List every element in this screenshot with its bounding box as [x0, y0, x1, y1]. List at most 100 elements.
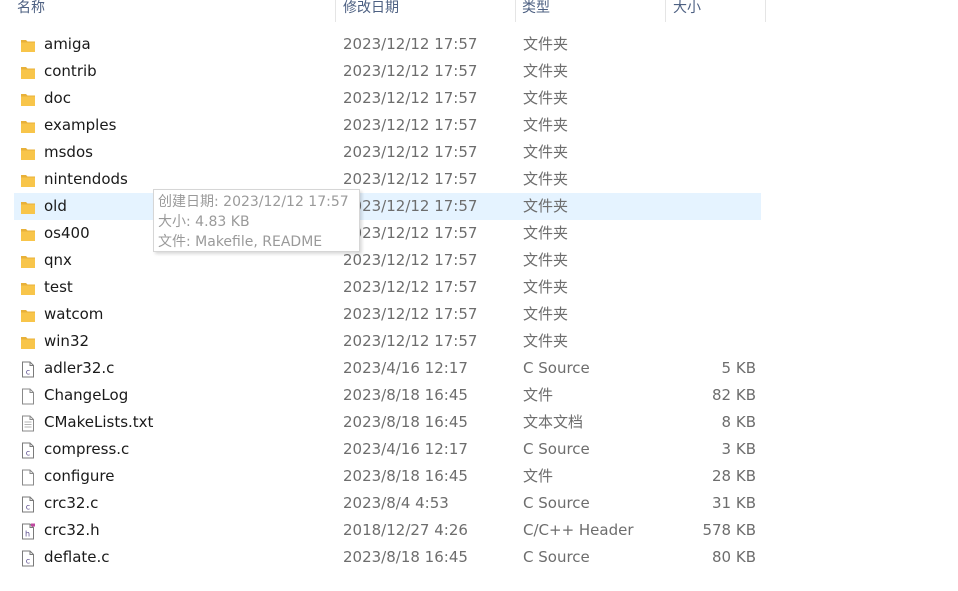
- file-type: 文件夹: [523, 62, 569, 80]
- file-type: 文件: [523, 467, 554, 485]
- file-row[interactable]: ChangeLog 2023/8/18 16:45 文件 82 KB: [14, 382, 761, 409]
- column-divider[interactable]: [765, 0, 766, 22]
- c-source-file-icon: c: [20, 441, 36, 459]
- column-header-modified[interactable]: 修改日期: [343, 0, 399, 22]
- file-type: C Source: [523, 440, 590, 458]
- svg-text:c: c: [26, 557, 30, 566]
- file-size: 3 KB: [721, 440, 756, 458]
- column-header-size[interactable]: 大小: [673, 0, 701, 22]
- file-modified: 2023/12/12 17:57: [343, 278, 478, 296]
- svg-text:c: c: [26, 449, 30, 458]
- file-name: adler32.c: [44, 359, 115, 377]
- file-row[interactable]: win32 2023/12/12 17:57 文件夹: [14, 328, 761, 355]
- file-name: qnx: [44, 251, 72, 269]
- file-modified: 2023/12/12 17:57: [343, 305, 478, 323]
- folder-icon: [20, 279, 36, 296]
- file-size: 80 KB: [712, 548, 756, 566]
- file-name: os400: [44, 224, 90, 242]
- file-row[interactable]: h crc32.h 2018/12/27 4:26 C/C++ Header 578 K…: [14, 517, 761, 544]
- file-modified: 2023/12/12 17:57: [343, 224, 478, 242]
- file-type: 文件: [523, 386, 554, 404]
- file-type: 文件夹: [523, 251, 569, 269]
- file-modified: 2023/12/12 17:57: [343, 62, 478, 80]
- column-header-name[interactable]: 名称: [17, 0, 45, 22]
- file-modified: 2023/12/12 17:57: [343, 116, 478, 134]
- file-modified: 2023/12/12 17:57: [343, 251, 478, 269]
- svg-text:c: c: [26, 503, 30, 512]
- file-name: watcom: [44, 305, 104, 323]
- file-type: 文件夹: [523, 89, 569, 107]
- file-row[interactable]: examples 2023/12/12 17:57 文件夹: [14, 112, 761, 139]
- file-row[interactable]: doc 2023/12/12 17:57 文件夹: [14, 85, 761, 112]
- c-source-file-icon: c: [20, 360, 36, 378]
- tooltip-files: 文件: Makefile, README: [158, 234, 323, 250]
- file-row[interactable]: nintendods 2023/12/12 17:57 文件夹: [14, 166, 761, 193]
- file-name: contrib: [44, 62, 97, 80]
- column-divider[interactable]: [515, 0, 516, 22]
- folder-icon: [20, 333, 36, 350]
- c-source-file-icon: c: [20, 495, 36, 513]
- file-name: crc32.c: [44, 494, 99, 512]
- file-name: doc: [44, 89, 71, 107]
- file-row[interactable]: os400 2023/12/12 17:57 文件夹: [14, 220, 761, 247]
- file-modified: 2023/8/18 16:45: [343, 467, 468, 485]
- file-row[interactable]: configure 2023/8/18 16:45 文件 28 KB: [14, 463, 761, 490]
- folder-icon: [20, 90, 36, 107]
- file-row[interactable]: c deflate.c 2023/8/18 16:45 C Source 80 KB: [14, 544, 761, 571]
- svg-text:c: c: [26, 368, 30, 377]
- folder-icon: [20, 225, 36, 242]
- file-type: 文件夹: [523, 170, 569, 188]
- file-type: C Source: [523, 359, 590, 377]
- folder-icon: [20, 63, 36, 80]
- file-row[interactable]: amiga 2023/12/12 17:57 文件夹: [14, 31, 761, 58]
- tooltip-created: 创建日期: 2023/12/12 17:57: [158, 194, 349, 210]
- header-file-icon: h: [20, 522, 36, 540]
- file-row[interactable]: test 2023/12/12 17:57 文件夹: [14, 274, 761, 301]
- folder-icon: [20, 252, 36, 269]
- file-modified: 2023/4/16 12:17: [343, 359, 468, 377]
- file-size: 82 KB: [712, 386, 756, 404]
- file-size: 578 KB: [702, 521, 756, 539]
- folder-info-tooltip: 创建日期: 2023/12/12 17:57 大小: 4.83 KB 文件: M…: [153, 189, 360, 252]
- tooltip-size: 大小: 4.83 KB: [158, 214, 250, 230]
- column-header-type[interactable]: 类型: [522, 0, 550, 22]
- file-row[interactable]: c compress.c 2023/4/16 12:17 C Source 3 KB: [14, 436, 761, 463]
- file-modified: 2023/12/12 17:57: [343, 332, 478, 350]
- file-name: examples: [44, 116, 117, 134]
- file-row[interactable]: msdos 2023/12/12 17:57 文件夹: [14, 139, 761, 166]
- folder-icon: [20, 117, 36, 134]
- folder-icon: [20, 36, 36, 53]
- file-name: configure: [44, 467, 115, 485]
- file-name: deflate.c: [44, 548, 110, 566]
- file-type: C/C++ Header: [523, 521, 634, 539]
- file-size: 31 KB: [712, 494, 756, 512]
- blank-file-icon: [20, 468, 36, 486]
- file-size: 28 KB: [712, 467, 756, 485]
- file-size: 8 KB: [721, 413, 756, 431]
- file-size: 5 KB: [721, 359, 756, 377]
- file-modified: 2023/12/12 17:57: [343, 170, 478, 188]
- svg-text:h: h: [25, 530, 30, 539]
- file-row[interactable]: old 2023/12/12 17:57 文件夹: [14, 193, 761, 220]
- file-name: nintendods: [44, 170, 128, 188]
- file-type: 文件夹: [523, 143, 569, 161]
- file-modified: 2023/8/18 16:45: [343, 386, 468, 404]
- file-modified: 2023/12/12 17:57: [343, 143, 478, 161]
- column-divider[interactable]: [335, 0, 336, 22]
- file-type: 文件夹: [523, 278, 569, 296]
- file-row[interactable]: qnx 2023/12/12 17:57 文件夹: [14, 247, 761, 274]
- file-row[interactable]: CMakeLists.txt 2023/8/18 16:45 文本文档 8 KB: [14, 409, 761, 436]
- folder-icon: [20, 198, 36, 215]
- file-type: 文件夹: [523, 224, 569, 242]
- file-type: 文件夹: [523, 116, 569, 134]
- file-row[interactable]: watcom 2023/12/12 17:57 文件夹: [14, 301, 761, 328]
- file-modified: 2023/8/4 4:53: [343, 494, 449, 512]
- file-name: test: [44, 278, 73, 296]
- file-row[interactable]: contrib 2023/12/12 17:57 文件夹: [14, 58, 761, 85]
- folder-icon: [20, 171, 36, 188]
- file-row[interactable]: c crc32.c 2023/8/4 4:53 C Source 31 KB: [14, 490, 761, 517]
- column-divider[interactable]: [665, 0, 666, 22]
- file-modified: 2023/12/12 17:57: [343, 197, 478, 215]
- folder-icon: [20, 306, 36, 323]
- file-row[interactable]: c adler32.c 2023/4/16 12:17 C Source 5 KB: [14, 355, 761, 382]
